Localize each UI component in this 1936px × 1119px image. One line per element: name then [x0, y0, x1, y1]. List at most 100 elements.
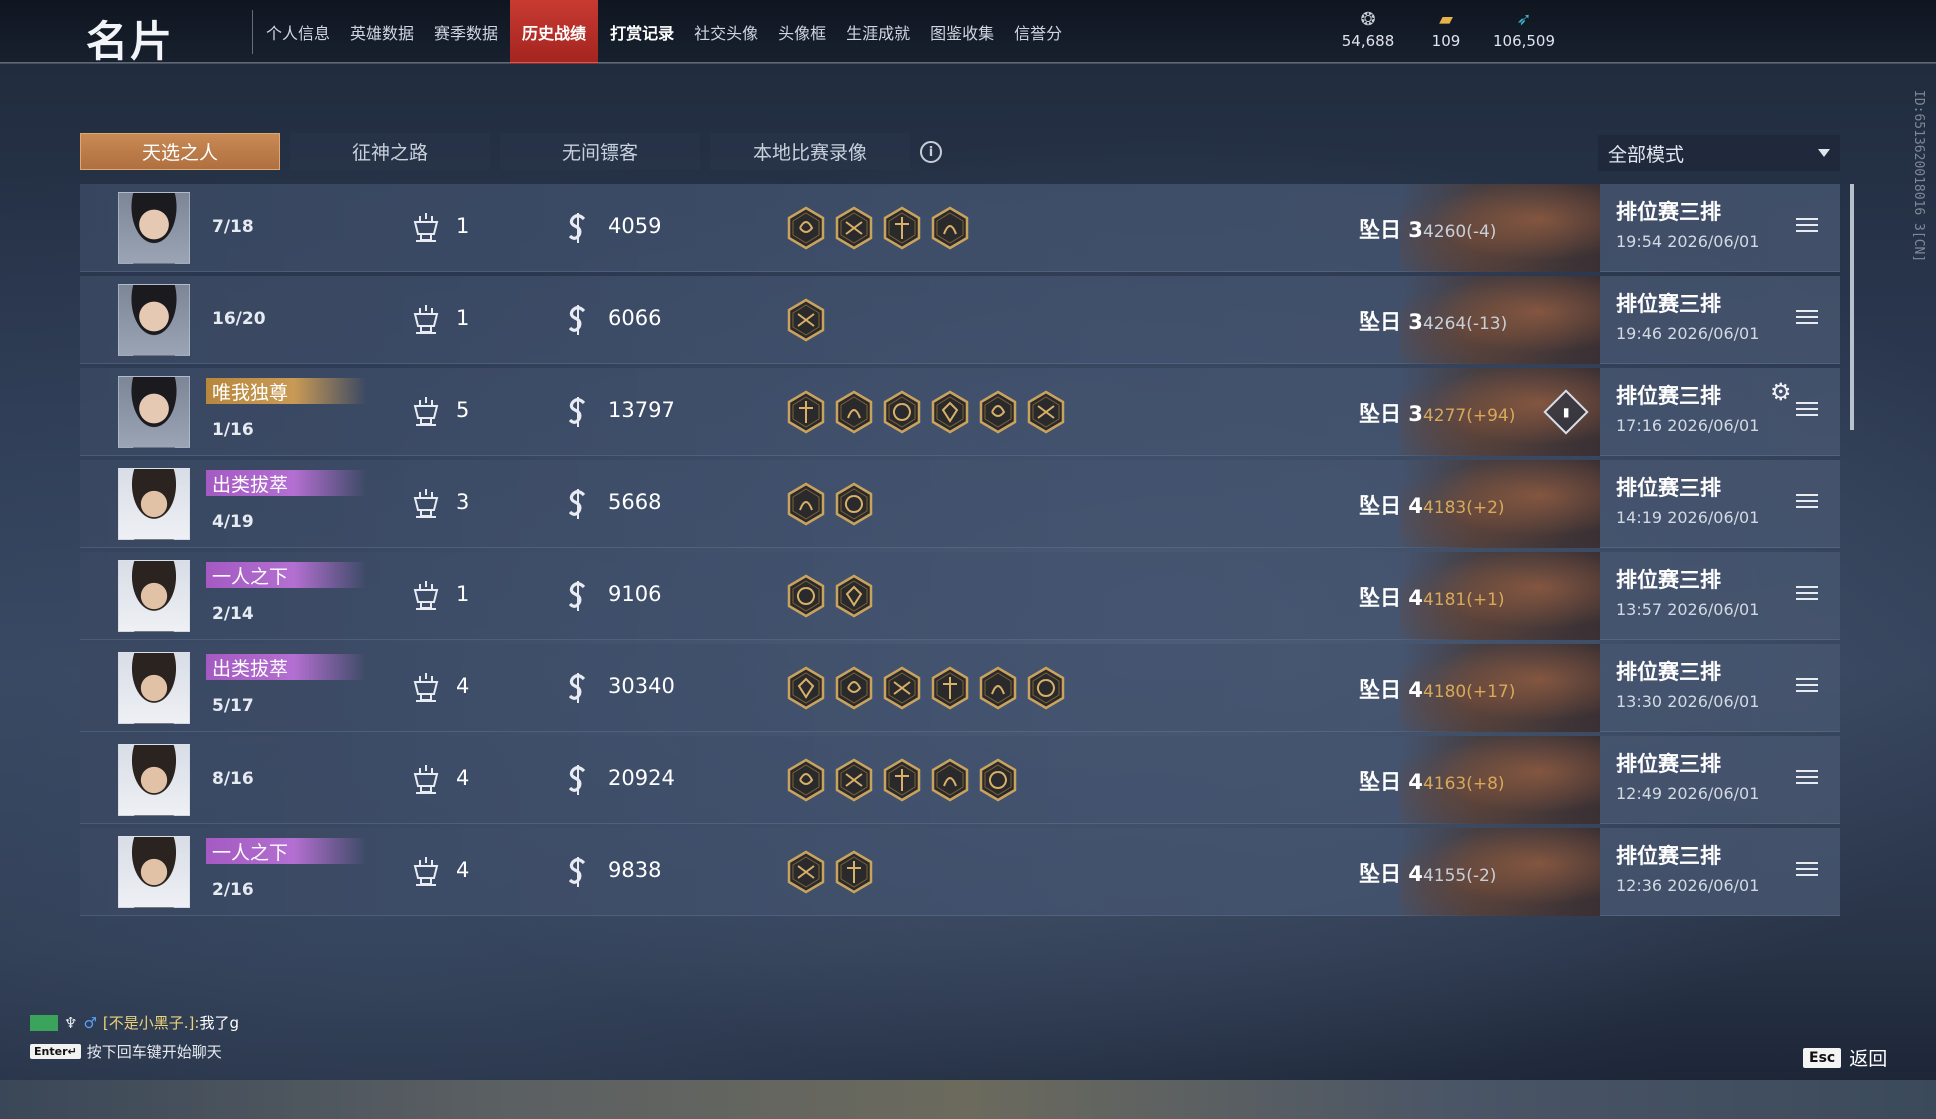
menu-icon[interactable] — [1796, 678, 1818, 696]
chat-message-text: [不是小黑子.]:我了g — [103, 1012, 239, 1033]
damage-icon — [565, 394, 591, 430]
chat-hint-text: 按下回车键开始聊天 — [86, 1043, 222, 1061]
match-row[interactable]: 8/16 4 20924 坠日 44163(+8) 排位赛三排 12:49 2026/06… — [80, 736, 1840, 824]
back-button[interactable]: Esc 返回 — [1803, 1044, 1887, 1071]
tab-6[interactable]: 头像框 — [768, 0, 836, 64]
achievement-badge-icon[interactable] — [930, 206, 970, 250]
info-icon[interactable]: i — [920, 141, 942, 163]
rank-tier: 坠日 3 — [1359, 402, 1423, 426]
achievement-badge-icon[interactable] — [1026, 666, 1066, 710]
achievement-badge-icon[interactable] — [882, 758, 922, 802]
kills-value: 1 — [456, 582, 470, 606]
achievement-badge-icon[interactable] — [930, 666, 970, 710]
achievement-badge-icon[interactable] — [786, 206, 826, 250]
match-mode: 排位赛三排 — [1616, 752, 1721, 776]
achievement-badge-icon[interactable] — [930, 390, 970, 434]
achievement-badge-icon[interactable] — [834, 482, 874, 526]
achievement-badge-icon[interactable] — [786, 298, 826, 342]
match-row[interactable]: 7/18 1 4059 坠日 34260(-4) 排位赛三排 19:54 2026/06/… — [80, 184, 1840, 272]
menu-icon[interactable] — [1796, 586, 1818, 604]
achievement-badge-icon[interactable] — [834, 850, 874, 894]
achievement-badge-icon[interactable] — [882, 390, 922, 434]
achievement-badge-icon[interactable] — [882, 206, 922, 250]
mode-dropdown[interactable]: 全部模式 — [1598, 135, 1840, 171]
damage-value: 6066 — [608, 306, 662, 330]
menu-icon[interactable] — [1796, 494, 1818, 512]
achievement-badge-icon[interactable] — [978, 758, 1018, 802]
rank-score: 4181(+1) — [1422, 590, 1505, 610]
achievement-badge-icon[interactable] — [834, 390, 874, 434]
match-row[interactable]: 一人之下 2/16 4 9838 坠日 44155(-2) 排位赛三排 12:36 2026… — [80, 828, 1840, 916]
scrollbar[interactable] — [1850, 184, 1854, 430]
title-badge: 出类拔萃 — [206, 470, 366, 496]
rank-score: 4260(-4) — [1422, 222, 1497, 242]
tab-9[interactable]: 信誉分 — [1004, 0, 1072, 64]
rank: 坠日 34264(-13) — [1359, 306, 1507, 336]
tab-3[interactable]: 历史战绩 — [510, 0, 599, 64]
achievement-badge-icon[interactable] — [834, 666, 874, 710]
damage-icon — [565, 670, 591, 706]
match-row[interactable]: 唯我独尊 1/16 5 13797 坠日 34277(+94) ▮ 排位赛三排 17:16 2… — [80, 368, 1840, 456]
subtab-1[interactable]: 征神之路 — [290, 133, 490, 170]
kills-icon — [410, 394, 442, 428]
subtab-2[interactable]: 无间镖客 — [500, 133, 700, 170]
placement: 8/16 — [212, 769, 254, 789]
placement: 7/18 — [212, 217, 254, 237]
achievement-badge-icon[interactable] — [834, 574, 874, 618]
feather-icon: ➶ — [1516, 8, 1532, 30]
match-row[interactable]: 出类拔萃 4/19 3 5668 坠日 44183(+2) 排位赛三排 14:19 2026… — [80, 460, 1840, 548]
rank: 坠日 34277(+94) — [1359, 398, 1515, 428]
placement: 5/17 — [212, 696, 254, 716]
subtab-3[interactable]: 本地比赛录像 — [710, 133, 910, 170]
tab-7[interactable]: 生涯成就 — [836, 0, 920, 64]
tab-5[interactable]: 社交头像 — [684, 0, 768, 64]
match-mode: 排位赛三排 — [1616, 292, 1721, 316]
achievement-badge-icon[interactable] — [786, 666, 826, 710]
achievement-badge-icon[interactable] — [978, 666, 1018, 710]
rank-tier: 坠日 4 — [1359, 494, 1423, 518]
match-row[interactable]: 16/20 1 6066 坠日 34264(-13) 排位赛三排 19:46 2026/0… — [80, 276, 1840, 364]
currency-bar: ❂ 54,688 ▰ 109 ➶ 106,509 — [1340, 8, 1555, 51]
tab-0[interactable]: 个人信息 — [256, 0, 340, 64]
menu-icon[interactable] — [1796, 402, 1818, 420]
match-mode: 排位赛三排 — [1616, 660, 1721, 684]
achievement-badge-icon[interactable] — [978, 390, 1018, 434]
match-time: 13:30 2026/06/01 — [1616, 692, 1760, 711]
tab-2[interactable]: 赛季数据 — [424, 0, 508, 64]
menu-icon[interactable] — [1796, 862, 1818, 880]
achievement-badge-icon[interactable] — [1026, 390, 1066, 434]
gear-icon[interactable]: ⚙ — [1770, 378, 1796, 406]
kills-value: 4 — [456, 674, 470, 698]
achievement-badge-icon[interactable] — [882, 666, 922, 710]
subtab-0[interactable]: 天选之人 — [80, 133, 280, 170]
damage-icon — [565, 578, 591, 614]
kills-icon — [410, 762, 442, 796]
achievement-badge-icon[interactable] — [834, 206, 874, 250]
gold-ticket-icon: ▰ — [1439, 8, 1453, 30]
achievement-badge-icon[interactable] — [834, 758, 874, 802]
menu-icon[interactable] — [1796, 770, 1818, 788]
coin-stack-icon: ❂ — [1360, 8, 1376, 30]
achievement-badge-icon[interactable] — [786, 482, 826, 526]
achievement-badge-icon[interactable] — [786, 574, 826, 618]
achievement-badge-icon[interactable] — [786, 758, 826, 802]
menu-icon[interactable] — [1796, 310, 1818, 328]
tab-4[interactable]: 打赏记录 — [600, 0, 684, 64]
match-row[interactable]: 一人之下 2/14 1 9106 坠日 44181(+1) 排位赛三排 13:57 2026… — [80, 552, 1840, 640]
achievement-badge-icon[interactable] — [786, 850, 826, 894]
menu-icon[interactable] — [1796, 218, 1818, 236]
achievement-badge-icon[interactable] — [786, 390, 826, 434]
achievement-badges — [786, 298, 826, 342]
tab-1[interactable]: 英雄数据 — [340, 0, 424, 64]
rank-score: 4163(+8) — [1422, 774, 1505, 794]
tab-8[interactable]: 图鉴收集 — [920, 0, 1004, 64]
chat-area: ♆ ♂ [不是小黑子.]:我了g Enter↵ 按下回车键开始聊天 — [30, 1012, 239, 1062]
achievement-badge-icon[interactable] — [930, 758, 970, 802]
match-history-list: 7/18 1 4059 坠日 34260(-4) 排位赛三排 19:54 2026/06/… — [80, 184, 1840, 920]
match-row[interactable]: 出类拔萃 5/17 4 30340 坠日 44180(+17) 排位赛三排 13:30 20… — [80, 644, 1840, 732]
damage-value: 9838 — [608, 858, 662, 882]
chat-hint[interactable]: Enter↵ 按下回车键开始聊天 — [30, 1041, 239, 1062]
placement: 1/16 — [212, 420, 254, 440]
kills-icon — [410, 486, 442, 520]
header-divider — [0, 62, 1936, 63]
